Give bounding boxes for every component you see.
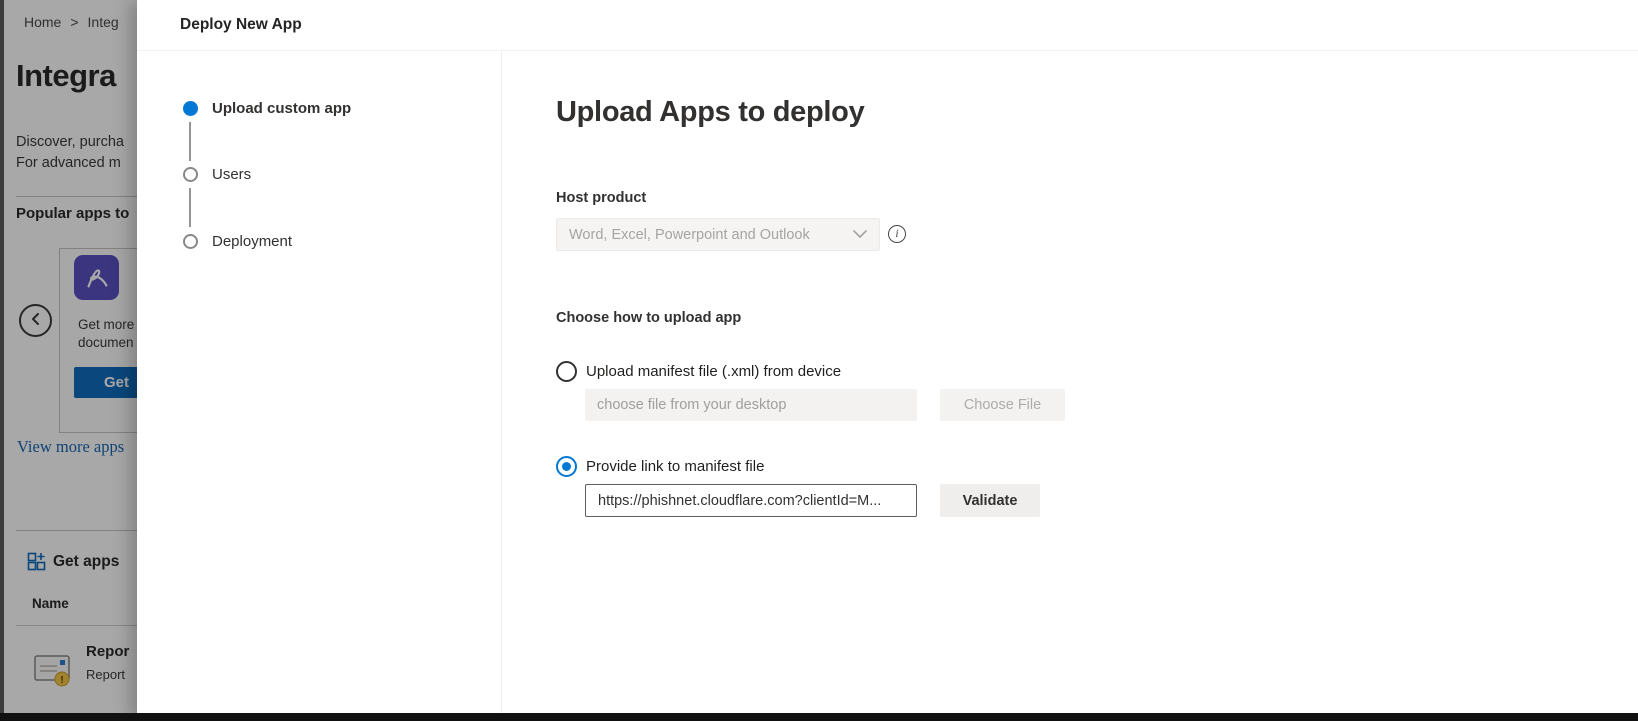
- step-label-deployment[interactable]: Deployment: [212, 233, 292, 250]
- step-label-upload-custom-app[interactable]: Upload custom app: [212, 100, 351, 117]
- divider: [16, 625, 137, 626]
- choose-upload-label: Choose how to upload app: [556, 310, 741, 326]
- row-title: Repor: [86, 643, 129, 660]
- chevron-down-icon: [853, 230, 867, 239]
- page-description-line2: For advanced m: [16, 153, 124, 174]
- window-bottom-edge: [0, 713, 1638, 721]
- adobe-acrobat-icon: [74, 255, 119, 300]
- info-icon[interactable]: i: [888, 225, 906, 243]
- breadcrumb-current: Integ: [88, 14, 119, 30]
- content-title: Upload Apps to deploy: [556, 96, 864, 129]
- chevron-left-icon: [29, 312, 43, 329]
- get-apps-button[interactable]: Get apps: [27, 552, 119, 571]
- radio-provide-link-label[interactable]: Provide link to manifest file: [586, 458, 764, 475]
- view-more-apps-link[interactable]: View more apps: [17, 437, 124, 457]
- screen: Home > Integ Integra Discover, purcha Fo…: [0, 0, 1638, 721]
- host-product-selected-value: Word, Excel, Powerpoint and Outlook: [569, 227, 810, 243]
- name-column-header[interactable]: Name: [32, 596, 69, 611]
- divider: [137, 50, 1638, 51]
- app-card-description-line1: Get more: [78, 316, 134, 334]
- step-connector: [189, 122, 191, 161]
- app-card-description: Get more documen: [78, 316, 134, 352]
- table-row[interactable]: ! Repor Report: [33, 643, 129, 689]
- breadcrumb-home-link[interactable]: Home: [24, 14, 61, 30]
- page-title: Integra: [16, 58, 116, 94]
- step-dot-deployment: [183, 234, 198, 249]
- choose-file-button[interactable]: Choose File: [940, 389, 1065, 421]
- get-apps-label: Get apps: [53, 553, 119, 571]
- row-subtitle: Report: [86, 667, 129, 682]
- radio-upload-manifest-file[interactable]: [556, 361, 577, 382]
- panel-title: Deploy New App: [180, 16, 302, 34]
- step-label-users[interactable]: Users: [212, 166, 251, 183]
- host-product-label: Host product: [556, 190, 646, 206]
- divider: [16, 196, 137, 197]
- carousel-previous-button[interactable]: [19, 304, 52, 337]
- apps-add-grid-icon: [27, 552, 46, 571]
- step-dot-users: [183, 167, 198, 182]
- step-connector: [189, 188, 191, 227]
- step-dot-upload-custom-app: [183, 101, 198, 116]
- mail-warning-icon: !: [33, 649, 73, 689]
- page-description: Discover, purcha For advanced m: [16, 132, 124, 174]
- divider: [16, 530, 137, 531]
- validate-button[interactable]: Validate: [940, 484, 1040, 517]
- manifest-file-input[interactable]: [585, 389, 917, 421]
- radio-upload-manifest-file-label[interactable]: Upload manifest file (.xml) from device: [586, 363, 841, 380]
- manifest-link-input[interactable]: [585, 484, 917, 517]
- popular-apps-heading: Popular apps to: [16, 205, 129, 222]
- page-description-line1: Discover, purcha: [16, 132, 124, 153]
- deploy-new-app-panel: Deploy New App Upload custom app Users D…: [137, 0, 1638, 721]
- divider: [501, 51, 502, 721]
- host-product-dropdown[interactable]: Word, Excel, Powerpoint and Outlook: [556, 218, 880, 251]
- radio-provide-link[interactable]: [556, 456, 577, 477]
- svg-text:!: !: [60, 675, 63, 686]
- window-left-edge: [0, 0, 4, 721]
- app-card-description-line2: documen: [78, 334, 134, 352]
- breadcrumb-separator: >: [70, 14, 78, 30]
- breadcrumb: Home > Integ: [24, 14, 119, 30]
